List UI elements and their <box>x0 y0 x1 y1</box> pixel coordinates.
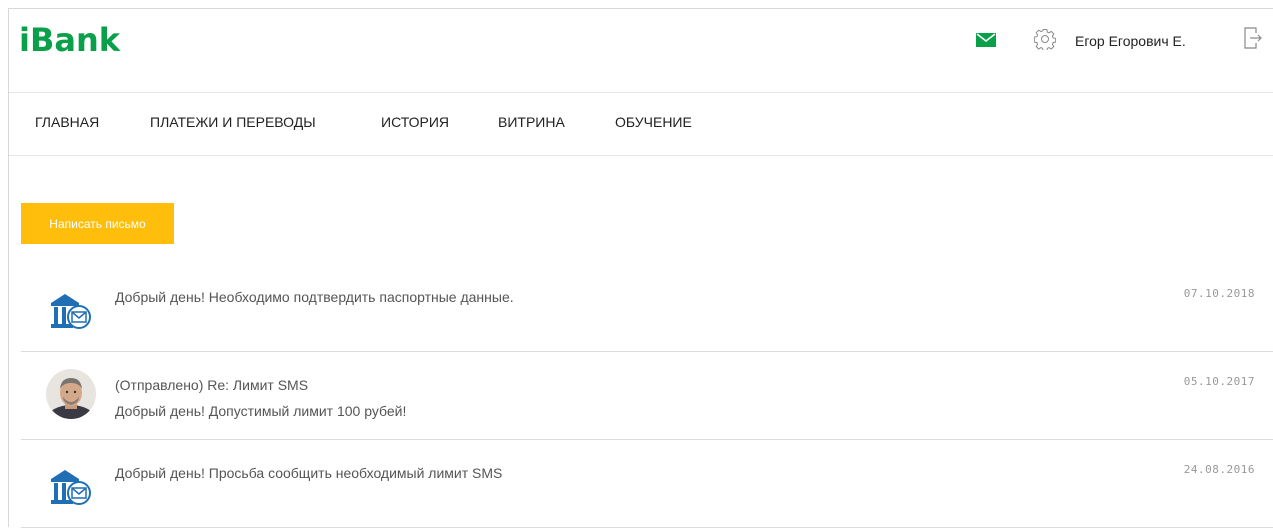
nav-item-history[interactable]: ИСТОРИЯ <box>381 114 449 130</box>
message-item[interactable]: Добрый день! Необходимо подтвердить пасп… <box>21 264 1273 352</box>
message-list: Добрый день! Необходимо подтвердить пасп… <box>21 264 1273 528</box>
message-item[interactable]: (Отправлено) Re: Лимит SMS Добрый день! … <box>21 352 1273 440</box>
bank-mail-icon <box>51 294 91 329</box>
message-subject: (Отправлено) Re: Лимит SMS <box>115 377 309 393</box>
message-date: 05.10.2017 <box>1183 375 1255 388</box>
main-nav: ГЛАВНАЯ ПЛАТЕЖИ И ПЕРЕВОДЫ ИСТОРИЯ ВИТРИ… <box>9 93 1273 156</box>
gear-icon[interactable] <box>1034 28 1056 50</box>
nav-item-home[interactable]: ГЛАВНАЯ <box>35 114 99 130</box>
nav-item-payments[interactable]: ПЛАТЕЖИ И ПЕРЕВОДЫ <box>150 114 316 130</box>
message-item[interactable]: Добрый день! Просьба сообщить необходимы… <box>21 440 1273 528</box>
logout-icon[interactable] <box>1244 27 1262 49</box>
bank-mail-icon <box>51 470 91 505</box>
nav-item-learning[interactable]: ОБУЧЕНИЕ <box>615 114 692 130</box>
nav-item-showcase[interactable]: ВИТРИНА <box>498 114 565 130</box>
mail-icon[interactable] <box>976 33 996 47</box>
message-subject: Добрый день! Необходимо подтвердить пасп… <box>115 289 514 305</box>
message-date: 07.10.2018 <box>1183 287 1255 300</box>
header: iBank Егор Егорович Е. <box>9 9 1273 93</box>
logo[interactable]: iBank <box>19 21 120 59</box>
message-body: Добрый день! Допустимый лимит 100 рубей! <box>115 403 407 419</box>
write-letter-button[interactable]: Написать письмо <box>21 203 174 244</box>
avatar <box>46 369 96 419</box>
message-date: 24.08.2016 <box>1183 463 1255 476</box>
message-subject: Добрый день! Просьба сообщить необходимы… <box>115 465 503 481</box>
user-name[interactable]: Егор Егорович Е. <box>1075 33 1186 49</box>
